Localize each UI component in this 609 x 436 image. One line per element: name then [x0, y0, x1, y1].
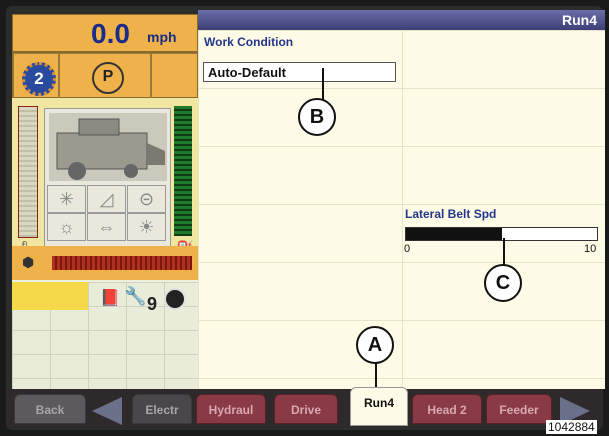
left-level-bar [18, 106, 38, 238]
tab-head-2[interactable]: Head 2 [412, 394, 482, 424]
back-button[interactable]: Back [14, 394, 86, 424]
lateral-belt-speed-label: Lateral Belt Spd [405, 207, 497, 221]
lateral-belt-speed-bar[interactable] [405, 227, 598, 241]
work-condition-label: Work Condition [204, 35, 294, 49]
service-book-icon: 📕 [100, 290, 120, 307]
speed-readout: 0.0 mph [12, 14, 198, 52]
lateral-belt-speed-fill [406, 228, 502, 240]
tab-feeder[interactable]: Feeder [486, 394, 552, 424]
combine-icon [49, 113, 167, 181]
callout-c: C [484, 264, 522, 302]
callout-b-leader [322, 68, 324, 100]
maintenance-count: 9 [147, 294, 158, 314]
fuel-level-bar [52, 256, 192, 270]
speed-value: 0.0 [91, 18, 130, 49]
gear-row: 2 P [12, 52, 199, 99]
callout-a-leader [375, 362, 377, 388]
fuel-gauge-icon: ⬢ [22, 254, 35, 270]
page-title: Run4 [562, 12, 597, 28]
display-screen: 0.0 mph 2 P ✳ ◿ ⊝ ☼ ⇔ ☀ ⬢ 📕 🔧 9 Run4 Wor… [0, 0, 609, 436]
work-condition-field[interactable]: Auto-Default [203, 62, 396, 82]
lower-status-grid: 📕 🔧 9 [12, 282, 198, 389]
gauge-icon [164, 288, 186, 310]
tab-hydraul[interactable]: Hydraul [196, 394, 266, 424]
belt-speed-max-label: 10 [584, 243, 597, 255]
width-icon: ⇔ [87, 213, 126, 241]
belt-speed-min-label: 0 [404, 243, 411, 255]
park-cell: P [59, 53, 151, 99]
right-level-bar [174, 106, 192, 236]
warning-cells [12, 282, 88, 310]
reel-icon: ✳ [47, 185, 86, 213]
incline-icon: ◿ [87, 185, 126, 213]
scroll-left-arrow-icon[interactable] [92, 397, 122, 425]
left-status-panel: 0.0 mph 2 P ✳ ◿ ⊝ ☼ ⇔ ☀ ⬢ 📕 🔧 9 [12, 14, 199, 389]
tab-drive[interactable]: Drive [274, 394, 338, 424]
wrench-icon: 🔧 [124, 286, 147, 306]
page-header: Run4 [198, 10, 605, 30]
fuel-level-row: ⬢ [12, 246, 198, 280]
figure-id: 1042884 [546, 420, 597, 434]
callout-a: A [356, 326, 394, 364]
park-brake-icon: P [92, 62, 124, 94]
link-icon: ⊝ [127, 185, 166, 213]
speed-unit: mph [147, 29, 177, 45]
bottom-nav: Back Electr Hydraul Drive Run4 Head 2 Fe… [8, 387, 603, 427]
run-page-panel: Run4 Work Condition Auto-Default Lateral… [198, 10, 605, 389]
callout-b: B [298, 98, 336, 136]
settings-grid [198, 30, 605, 389]
gear-indicator: 2 [22, 62, 56, 96]
gear-cell: 2 [13, 53, 59, 99]
lights-icon: ☼ [47, 213, 86, 241]
empty-status-cell [151, 53, 199, 99]
beacon-icon: ☀ [127, 213, 166, 241]
tab-run4[interactable]: Run4 [350, 387, 408, 426]
tab-electr[interactable]: Electr [132, 394, 192, 424]
